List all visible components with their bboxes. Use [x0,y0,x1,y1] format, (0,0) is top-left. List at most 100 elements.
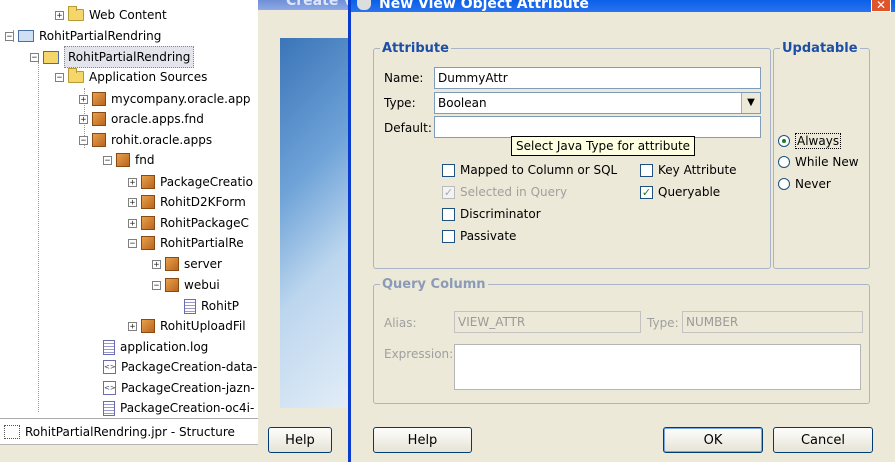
tree-node-package[interactable]: − webui [152,275,220,295]
tree-node-package[interactable]: + oracle.apps.fnd [79,109,204,129]
name-input[interactable]: DummyAttr [434,67,761,89]
tree-node-package[interactable]: + RohitD2KForm [128,192,246,212]
queryable-label: Queryable [658,185,721,199]
collapse-icon[interactable]: − [128,238,137,248]
package-icon [92,112,106,126]
default-input[interactable] [434,116,761,138]
collapse-icon[interactable]: − [5,31,14,41]
updatable-legend: Updatable [782,41,858,56]
dialog-title: New View Object Attribute [379,0,589,12]
tree-node-workspace[interactable]: − RohitPartialRendring [5,26,161,46]
tree-node-label: webui [184,278,220,292]
while-new-radio[interactable]: While New [778,155,859,169]
collapse-icon[interactable]: − [55,72,64,82]
tree-node-file[interactable]: application.log [103,337,208,357]
tree-node-application-sources[interactable]: − Application Sources [55,67,207,87]
chevron-down-icon[interactable]: ▼ [741,93,760,113]
tree-node-web-content[interactable]: + Web Content [55,5,167,25]
package-icon [92,133,106,147]
check-icon: ✓ [442,185,455,199]
expand-icon[interactable]: + [152,259,161,269]
collapse-icon[interactable]: − [79,135,88,145]
tree-node-package[interactable]: + RohitUploadFil [128,316,246,336]
application-navigator: + Web Content − RohitPartialRendring − R… [0,0,258,462]
expand-icon[interactable]: + [128,218,137,228]
tree-node-label: mycompany.oracle.app [111,92,251,106]
help-label: Help [285,432,315,448]
close-icon[interactable]: ✕ [871,0,891,12]
checkbox-box [442,229,455,243]
package-icon [141,175,155,189]
alias-input[interactable]: VIEW_ATTR [454,311,641,333]
never-radio[interactable]: Never [778,177,831,191]
structure-icon [4,425,20,439]
tree-node-label: Web Content [89,8,167,22]
attribute-legend: Attribute [382,41,449,56]
radio-dot [778,156,790,168]
discriminator-checkbox[interactable]: Discriminator [442,207,541,221]
expand-icon[interactable]: + [55,10,64,20]
tree-node-package[interactable]: − rohit.oracle.apps [79,130,212,150]
queryable-checkbox[interactable]: ✓ Queryable [640,185,720,199]
dialog-app-icon [357,0,371,10]
key-attribute-checkbox[interactable]: Key Attribute [640,163,737,177]
expand-icon[interactable]: + [128,197,137,207]
passivate-label: Passivate [460,229,517,243]
default-label: Default: [384,121,432,135]
passivate-checkbox[interactable]: Passivate [442,229,516,243]
expression-textarea[interactable] [454,344,861,390]
expand-icon[interactable]: + [79,114,88,124]
collapse-icon[interactable]: − [30,52,39,62]
type-combobox[interactable]: Boolean ▼ [434,92,761,114]
background-dialog-titlebar: Create V [258,0,358,10]
collapse-icon[interactable]: − [103,155,112,165]
tree-node-label: RohitPartialRendring [39,29,162,43]
tree-node-package[interactable]: − RohitPartialRe [128,233,244,253]
collapse-icon[interactable]: − [152,280,161,290]
tree-node-file[interactable]: PackageCreation-oc4i- [103,398,254,418]
help-label: Help [407,432,438,448]
background-help-button[interactable]: Help [268,427,332,453]
structure-panel-body [0,444,258,462]
background-dialog-title: Create V [286,0,355,9]
tree-node-label: server [184,257,222,271]
tree-node-package[interactable]: − fnd [103,150,154,170]
package-icon [116,153,130,167]
tree-node-package[interactable]: + RohitPackageC [128,213,249,233]
expression-label: Expression: [384,347,454,361]
structure-title: RohitPartialRendring.jpr - Structure [25,425,235,439]
type-tooltip: Select Java Type for attribute [511,136,696,156]
key-attribute-label: Key Attribute [658,163,737,177]
tree-node-package[interactable]: + mycompany.oracle.app [79,89,251,109]
expand-icon[interactable]: + [79,94,88,104]
folder-icon [68,68,84,83]
tree-node-project[interactable]: − RohitPartialRendring [30,46,195,68]
package-icon [141,195,155,209]
tree-node-file[interactable]: <> PackageCreation-data- [103,357,257,377]
new-view-object-attribute-dialog: New View Object Attribute ✕ Attribute Na… [348,0,895,462]
ok-button[interactable]: OK [663,427,763,453]
checkbox-box [442,207,455,221]
mapped-to-column-checkbox[interactable]: Mapped to Column or SQL [442,163,617,177]
expand-icon[interactable]: + [128,321,137,331]
always-radio[interactable]: Always [778,133,842,149]
tree-node-package[interactable]: + PackageCreatio [128,172,253,192]
tree-node-label: fnd [135,153,155,167]
tree-node-file[interactable]: <> PackageCreation-jazn- [103,378,255,398]
mapped-label: Mapped to Column or SQL [460,163,618,177]
selected-in-query-checkbox[interactable]: ✓ Selected in Query [442,185,567,199]
query-type-input[interactable]: NUMBER [682,311,863,333]
alias-label: Alias: [384,316,417,330]
type-label: Type: [384,96,416,110]
check-icon: ✓ [640,185,653,199]
expand-icon[interactable]: + [128,177,137,187]
tree-node-package[interactable]: + server [152,254,222,274]
tree-node-label: RohitD2KForm [160,195,246,209]
structure-panel-header[interactable]: RohitPartialRendring.jpr - Structure [0,418,258,445]
tree-node-label: Application Sources [89,70,208,84]
tree-node-label: PackageCreation-jazn- [121,381,255,395]
name-label: Name: [384,71,424,85]
cancel-button[interactable]: Cancel [773,427,873,453]
tree-node-file[interactable]: RohitP [184,296,239,316]
help-button[interactable]: Help [373,427,472,453]
